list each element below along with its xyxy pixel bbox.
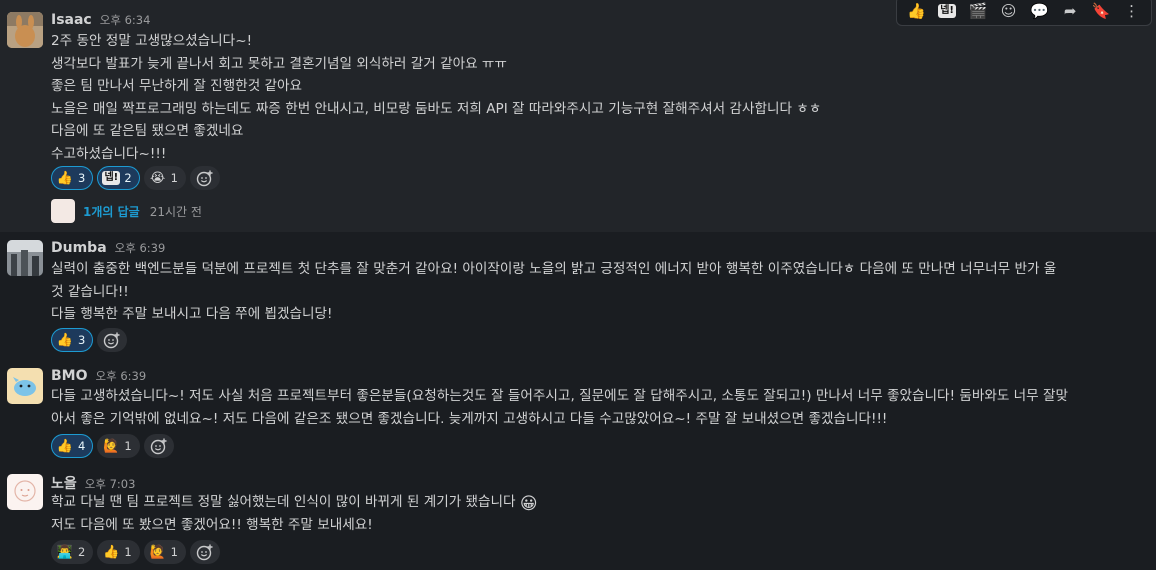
message-isaac[interactable]: Isaac 오후 6:34 2주 동안 정말 고생많으셨습니다~! 생각보다 발… (0, 0, 1156, 232)
custom-emoji-icon: 🙋 (149, 544, 166, 560)
add-reaction-icon[interactable]: ☺ (996, 0, 1022, 24)
custom-emoji-icon: 넵! (938, 4, 956, 18)
reply-count-link[interactable]: 1개의 답글 (83, 203, 140, 220)
thread-avatar (51, 199, 75, 223)
message-line: 다들 고생하셨습니다~! 저도 사실 처음 프로젝트부터 좋은분들(요청하는것도… (51, 388, 1069, 404)
reaction-thumbs-up[interactable]: 👍 1 (97, 540, 140, 564)
message-line-text: 학교 다닐 땐 팀 프로젝트 정말 싫어했는데 인식이 많이 바뀌게 된 계기가… (51, 494, 516, 510)
message-line: 저도 다음에 또 봤으면 좋겠어요!! 행복한 주말 보내세요! (51, 516, 373, 533)
add-reaction-button[interactable] (189, 166, 220, 190)
bookmark-icon[interactable]: 🔖 (1088, 0, 1114, 24)
message-text: 2주 동안 정말 고생많으셨습니다~! 생각보다 발표가 늦게 끝나서 회고 못… (51, 30, 821, 165)
message-line: 수고하셨습니다~!!! (51, 145, 167, 162)
reaction-custom[interactable]: 🙋 1 (143, 540, 186, 564)
reaction-count: 4 (78, 439, 86, 453)
add-reaction-icon (196, 170, 213, 187)
message-line: 좋은 팀 만나서 무난하게 잘 진행한것 같아요 (51, 78, 303, 94)
technologist-icon: 👨‍💻 (56, 544, 74, 560)
thumbs-up-icon: 👍 (56, 170, 74, 186)
custom-emoji-button[interactable]: 넵! (934, 0, 960, 24)
message-actions-toolbar: 👍 넵! 🎬 ☺ 💬 ➦ 🔖 ⋮ (896, 0, 1152, 26)
timestamp[interactable]: 오후 6:34 (100, 12, 151, 28)
reaction-count: 3 (78, 333, 86, 347)
message-text: 학교 다닐 땐 팀 프로젝트 정말 싫어했는데 인식이 많이 바뀌게 된 계기가… (51, 491, 538, 536)
message-line: 생각보다 발표가 늦게 끝나서 회고 못하고 결혼기념일 외식하러 갈거 같아요… (51, 55, 507, 72)
reaction-bar: 👍 3 넵! 2 😭 1 (51, 166, 220, 190)
crying-face-icon: 😭 (150, 170, 166, 186)
reaction-bar: 👨‍💻 2 👍 1 🙋 1 (51, 540, 220, 564)
more-actions-icon[interactable]: ⋮ (1119, 0, 1145, 24)
share-icon[interactable]: ➦ (1057, 0, 1083, 24)
message-text: 실력이 출중한 백엔드분들 덕분에 프로젝트 첫 단추를 잘 맞춘거 같아요! … (51, 258, 1056, 326)
message-text: 다들 고생하셨습니다~! 저도 사실 처음 프로젝트부터 좋은분들(요청하는것도… (51, 385, 1068, 430)
reaction-thumbs-up[interactable]: 👍 4 (51, 434, 94, 458)
avatar-dumba[interactable] (7, 240, 43, 276)
author-name[interactable]: BMO (51, 368, 88, 384)
add-reaction-button[interactable] (189, 540, 220, 564)
thread-replies[interactable]: 1개의 답글 21시간 전 (51, 199, 202, 223)
grinning-face-icon: 😀 (519, 494, 538, 514)
thumbs-up-icon: 👍 (56, 332, 74, 348)
last-reply-time: 21시간 전 (149, 204, 202, 219)
reaction-crying[interactable]: 😭 1 (143, 166, 186, 190)
message-dumba[interactable]: Dumba 오후 6:39 실력이 출중한 백엔드분들 덕분에 프로젝트 첫 단… (0, 232, 1156, 356)
reaction-custom[interactable]: 🙋 1 (97, 434, 140, 458)
reaction-custom[interactable]: 넵! 2 (97, 166, 140, 190)
message-line: 다들 행복한 주말 보내시고 다음 쭈에 뵙겠습니당! (51, 306, 333, 322)
custom-emoji-icon: 넵! (102, 171, 121, 185)
author-name[interactable]: Isaac (51, 12, 92, 28)
author-name[interactable]: Dumba (51, 240, 107, 256)
message-line: 것 같습니다!! (51, 283, 129, 300)
message-noeul[interactable]: 노을 오후 7:03 학교 다닐 땐 팀 프로젝트 정말 싫어했는데 인식이 많… (0, 462, 1156, 570)
message-line: 실력이 출중한 백엔드분들 덕분에 프로젝트 첫 단추를 잘 맞춘거 같아요! … (51, 261, 1057, 277)
reaction-count: 2 (78, 545, 86, 559)
avatar-bmo[interactable] (7, 368, 43, 404)
timestamp[interactable]: 오후 6:39 (115, 240, 166, 256)
clapper-icon[interactable]: 🎬 (965, 0, 991, 24)
reaction-bar: 👍 4 🙋 1 (51, 434, 174, 458)
message-bmo[interactable]: BMO 오후 6:39 다들 고생하셨습니다~! 저도 사실 처음 프로젝트부터… (0, 356, 1156, 462)
add-reaction-button[interactable] (97, 328, 128, 352)
add-reaction-icon (104, 332, 120, 349)
timestamp[interactable]: 오후 6:39 (96, 368, 147, 384)
message-line: 다음에 또 같은팀 됐으면 좋겠네요 (51, 123, 244, 139)
custom-emoji-icon: 🙋 (103, 438, 120, 454)
timestamp[interactable]: 오후 7:03 (85, 476, 136, 492)
thumbs-up-icon[interactable]: 👍 (903, 0, 929, 24)
reaction-count: 1 (170, 171, 178, 185)
reaction-thumbs-up[interactable]: 👍 3 (51, 328, 94, 352)
avatar-noeul[interactable] (7, 474, 43, 510)
thumbs-up-icon: 👍 (103, 544, 120, 560)
add-reaction-button[interactable] (143, 434, 174, 458)
add-reaction-icon (150, 438, 167, 455)
reply-thread-icon[interactable]: 💬 (1026, 0, 1052, 24)
message-line: 2주 동안 정말 고생많으셨습니다~! (51, 33, 253, 49)
message-line: 아서 좋은 기억밖에 없네요~! 저도 다음에 같은조 됐으면 좋겠습니다. 늦… (51, 410, 888, 427)
add-reaction-icon (196, 544, 213, 561)
thumbs-up-icon: 👍 (56, 438, 74, 454)
reaction-count: 1 (124, 439, 132, 453)
reaction-count: 3 (78, 171, 86, 185)
reaction-technologist[interactable]: 👨‍💻 2 (51, 540, 94, 564)
message-line: 노을은 매일 짝프로그래밍 하는데도 짜증 한번 안내시고, 비모랑 둠바도 저… (51, 100, 822, 117)
message-line: 학교 다닐 땐 팀 프로젝트 정말 싫어했는데 인식이 많이 바뀌게 된 계기가… (51, 491, 538, 514)
reaction-count: 2 (124, 171, 132, 185)
author-name[interactable]: 노을 (51, 473, 77, 493)
reaction-count: 1 (170, 545, 178, 559)
reaction-bar: 👍 3 (51, 328, 128, 352)
reaction-thumbs-up[interactable]: 👍 3 (51, 166, 94, 190)
reaction-count: 1 (124, 545, 132, 559)
avatar-isaac[interactable] (7, 12, 43, 48)
